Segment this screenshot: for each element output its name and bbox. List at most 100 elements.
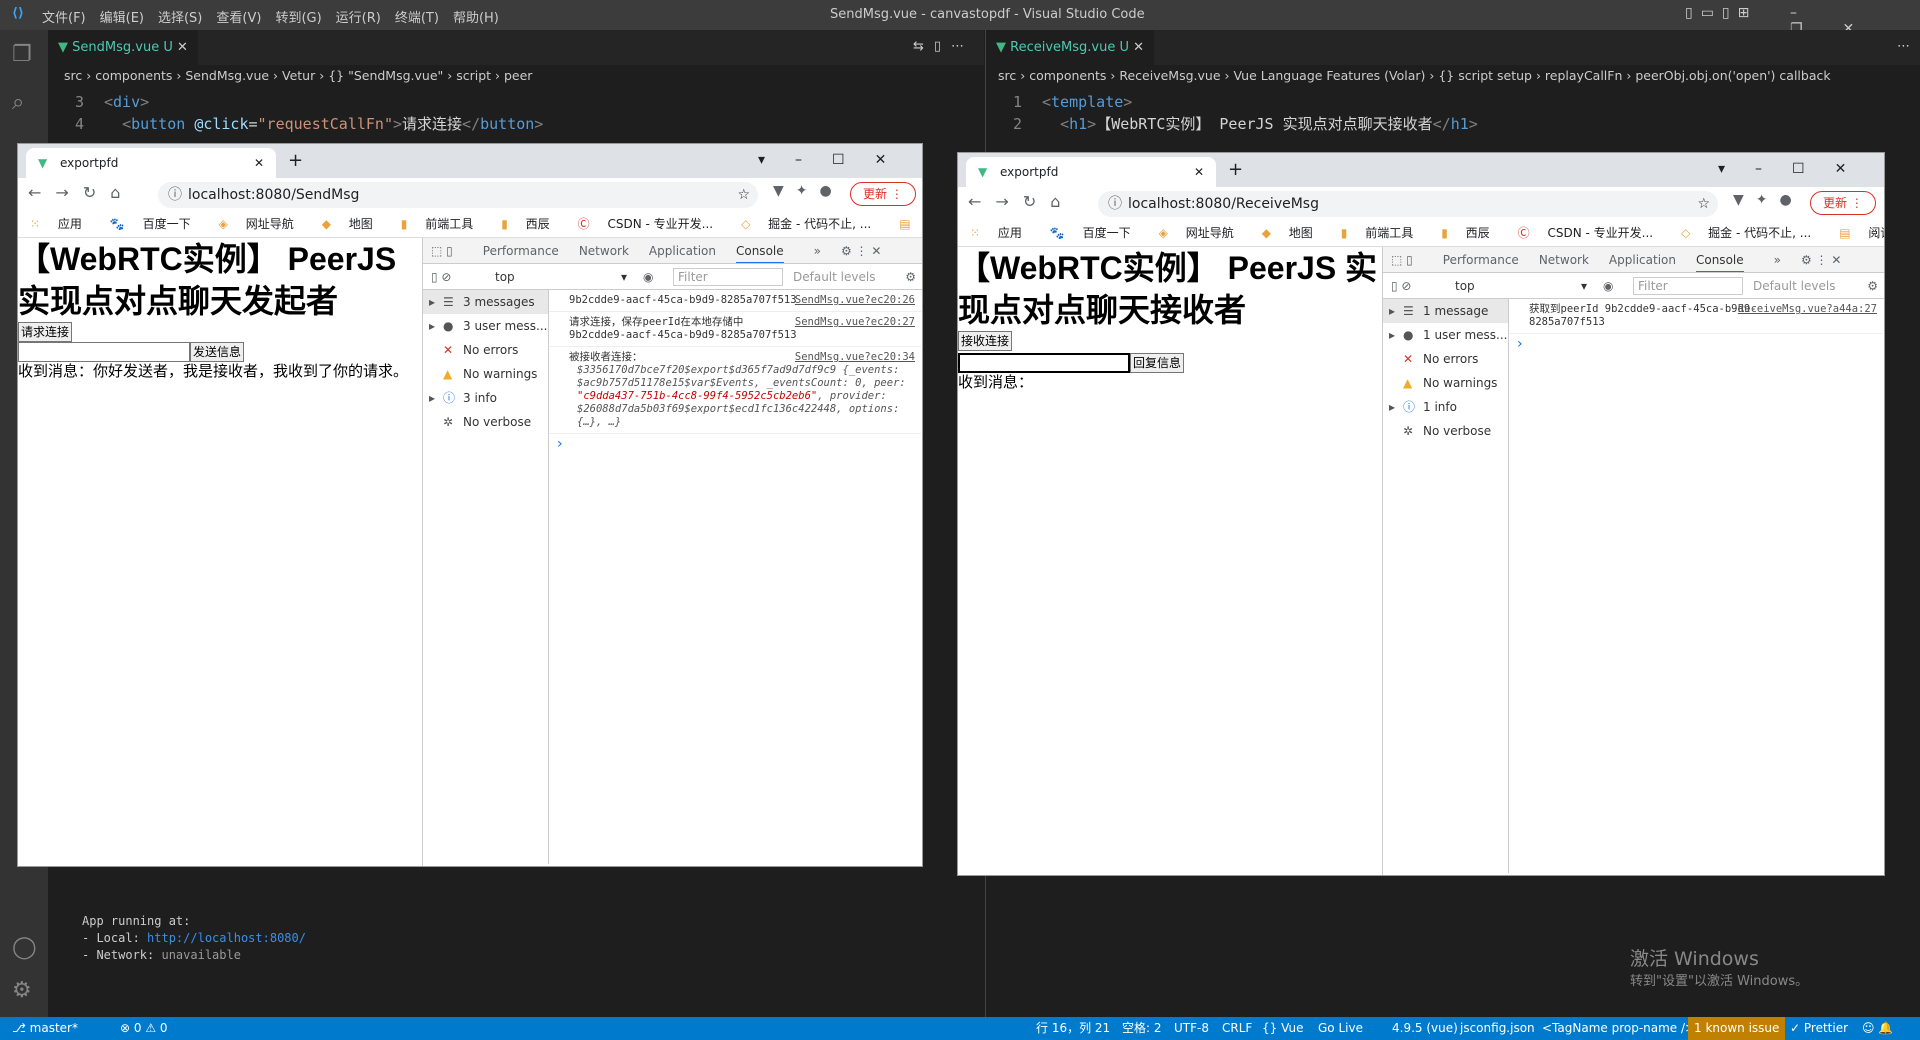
bookmark-item[interactable]: ◇ 掘金 - 代码不止, ...	[1681, 226, 1825, 240]
console-sidebar[interactable]: ☰ ▸ 1 message ● ▸ 1 user mess... ✕ No errors ▲ No…	[1383, 299, 1509, 873]
layout-icons[interactable]: ▯▭▯⊞	[1685, 5, 1757, 21]
sidebar-toggle-icon[interactable]: ▯ ⊘	[1391, 273, 1411, 299]
bookmark-item[interactable]: ▮ 前端工具	[401, 217, 487, 231]
bookmark-item[interactable]: ◇ 掘金 - 代码不止, ...	[741, 217, 885, 231]
browser-tab[interactable]: ▼ exportpfd ✕	[26, 148, 276, 178]
log-source-link[interactable]: SendMsg.vue?ec20:26	[795, 294, 915, 307]
breadcrumb[interactable]: src › components › SendMsg.vue › Vetur ›…	[48, 65, 984, 87]
window-controls[interactable]: ▾–☐✕	[758, 152, 916, 168]
menu-item[interactable]: 帮助(H)	[453, 7, 499, 26]
gear-icon[interactable]: ⚙	[12, 978, 32, 1003]
bookmark-item[interactable]: Ⓒ CSDN - 专业开发...	[1518, 226, 1667, 240]
eol-status[interactable]: CRLF	[1222, 1017, 1252, 1040]
bookmark-item[interactable]: ▤ 阅读清单	[899, 217, 922, 231]
window-controls[interactable]: ▾–☐✕	[1718, 161, 1876, 177]
context-select[interactable]: top	[1455, 273, 1475, 299]
inspect-icon[interactable]: ⬚ ▯	[431, 244, 453, 258]
nav-icons[interactable]: ←→↻⌂	[28, 183, 134, 202]
sidebar-item-0[interactable]: ☰ ▸ 3 messages	[423, 290, 548, 314]
code-area[interactable]: 1 <template> 2 <h1>【WebRTC实例】 PeerJS 实现点对点…	[986, 87, 1920, 135]
context-select[interactable]: top	[495, 264, 515, 290]
explorer-icon[interactable]: ❐	[12, 42, 32, 67]
account-icon[interactable]: ◯	[12, 935, 37, 960]
tag-status[interactable]: <TagName prop-name />	[1542, 1017, 1695, 1040]
menu-item[interactable]: 选择(S)	[158, 7, 202, 26]
version-status[interactable]: 4.9.5 (vue)	[1392, 1017, 1458, 1040]
sidebar-item-3[interactable]: ▲ No warnings	[1383, 371, 1508, 395]
levels-select[interactable]: Default levels	[793, 264, 875, 290]
branch-status[interactable]: ⎇ master*	[12, 1017, 78, 1040]
cursor-position[interactable]: 行 16，列 21	[1036, 1017, 1110, 1040]
feedback-icon[interactable]: ☺ 🔔	[1862, 1017, 1893, 1040]
eye-icon[interactable]: ◉	[643, 264, 653, 290]
message-input[interactable]	[18, 342, 190, 362]
devtools-tabs[interactable]: ⬚ ▯ Performance Network Application Console »…	[1383, 247, 1884, 273]
expand-arrow-icon[interactable]: ▸	[429, 290, 435, 314]
tab-console[interactable]: Console	[735, 244, 784, 263]
expand-arrow-icon[interactable]: ▸	[1389, 395, 1395, 419]
star-icon[interactable]: ☆	[737, 182, 750, 208]
breadcrumb[interactable]: src › components › ReceiveMsg.vue › Vue …	[986, 65, 1920, 87]
tab-application[interactable]: Application	[1609, 253, 1676, 267]
star-icon[interactable]: ☆	[1697, 191, 1710, 217]
bookmark-item[interactable]: ◆ 地图	[1262, 226, 1327, 240]
bookmark-item[interactable]: 🐾 百度一下	[110, 217, 205, 231]
menu-item[interactable]: 查看(V)	[216, 7, 261, 26]
log-object[interactable]: $3356170d7bce7f20$export$d365f7ad9d7df9c…	[569, 364, 915, 429]
go-live-button[interactable]: Go Live	[1318, 1017, 1363, 1040]
bookmarks-bar[interactable]: ⁙ 应用 🐾 百度一下 ◈ 网址导航 ◆ 地图 ▮ 前端工具 ▮ 西辰 Ⓒ CSDN - 专…	[18, 210, 922, 238]
encoding-status[interactable]: UTF-8	[1174, 1017, 1209, 1040]
sidebar-item-3[interactable]: ▲ No warnings	[423, 362, 548, 386]
bookmark-item[interactable]: 🐾 百度一下	[1050, 226, 1145, 240]
sidebar-item-0[interactable]: ☰ ▸ 1 message	[1383, 299, 1508, 323]
indent-status[interactable]: 空格: 2	[1122, 1017, 1162, 1040]
gear-icon[interactable]: ⚙	[905, 264, 916, 290]
menu-item[interactable]: 编辑(E)	[100, 7, 144, 26]
jsconfig-status[interactable]: jsconfig.json	[1460, 1017, 1535, 1040]
accept-connect-button[interactable]: 接收连接	[958, 331, 1013, 351]
filter-input[interactable]: Filter	[673, 268, 783, 286]
close-icon[interactable]: ✕	[1133, 40, 1144, 55]
language-status[interactable]: {} Vue	[1262, 1017, 1303, 1040]
log-source-link[interactable]: ReceiveMsg.vue?a44a:27	[1738, 303, 1877, 316]
tab-network[interactable]: Network	[579, 244, 629, 258]
reply-input[interactable]	[958, 353, 1130, 373]
editor-actions-icon[interactable]: ⇆▯⋯	[913, 39, 974, 54]
eye-icon[interactable]: ◉	[1603, 273, 1613, 299]
gear-icon[interactable]: ⚙ ⋮ ✕	[1801, 253, 1841, 267]
bookmarks-bar[interactable]: ⁙ 应用 🐾 百度一下 ◈ 网址导航 ◆ 地图 ▮ 前端工具 ▮ 西辰 Ⓒ CSDN - 专…	[958, 219, 1884, 247]
tab-performance[interactable]: Performance	[1443, 253, 1519, 267]
log-source-link[interactable]: SendMsg.vue?ec20:34	[795, 351, 915, 364]
bookmark-item[interactable]: ⁙ 应用	[970, 226, 1036, 240]
more-tabs-icon[interactable]: »	[1774, 253, 1781, 267]
sidebar-toggle-icon[interactable]: ▯ ⊘	[431, 264, 451, 290]
sidebar-item-2[interactable]: ✕ No errors	[1383, 347, 1508, 371]
bookmark-item[interactable]: ▮ 西辰	[501, 217, 563, 231]
bookmark-item[interactable]: ◈ 网址导航	[1159, 226, 1248, 240]
menu-item[interactable]: 转到(G)	[275, 7, 321, 26]
log-source-link[interactable]: SendMsg.vue?ec20:27	[795, 316, 915, 329]
update-button[interactable]: 更新 ⋮	[1810, 191, 1876, 215]
sidebar-item-4[interactable]: ⓘ ▸ 1 info	[1383, 395, 1508, 419]
chevron-down-icon[interactable]: ▾	[621, 264, 627, 290]
bookmark-item[interactable]: ▮ 西辰	[1441, 226, 1503, 240]
close-icon[interactable]: ✕	[1194, 157, 1204, 187]
extension-icons[interactable]: ▼✦●	[1733, 192, 1804, 208]
bookmark-item[interactable]: ⁙ 应用	[30, 217, 96, 231]
extension-icons[interactable]: ▼✦●	[773, 183, 844, 199]
new-tab-icon[interactable]: +	[1228, 159, 1243, 180]
filter-input[interactable]: Filter	[1633, 277, 1743, 295]
prettier-status[interactable]: ✓ Prettier	[1790, 1017, 1848, 1040]
url-bar[interactable]: ⓘ localhost:8080/SendMsg ☆	[158, 182, 758, 208]
bookmark-item[interactable]: ▤ 阅读清单	[1839, 226, 1884, 240]
chevron-down-icon[interactable]: ▾	[1581, 273, 1587, 299]
tab-network[interactable]: Network	[1539, 253, 1589, 267]
sidebar-item-2[interactable]: ✕ No errors	[423, 338, 548, 362]
reply-message-button[interactable]: 回复信息	[1130, 353, 1185, 373]
more-icon[interactable]: ⋯	[1897, 39, 1910, 54]
expand-arrow-icon[interactable]: ▸	[1389, 323, 1395, 347]
console-prompt[interactable]: ›	[1509, 334, 1883, 354]
url-bar[interactable]: ⓘ localhost:8080/ReceiveMsg ☆	[1098, 191, 1718, 217]
tab-application[interactable]: Application	[649, 244, 716, 258]
more-tabs-icon[interactable]: »	[814, 244, 821, 258]
